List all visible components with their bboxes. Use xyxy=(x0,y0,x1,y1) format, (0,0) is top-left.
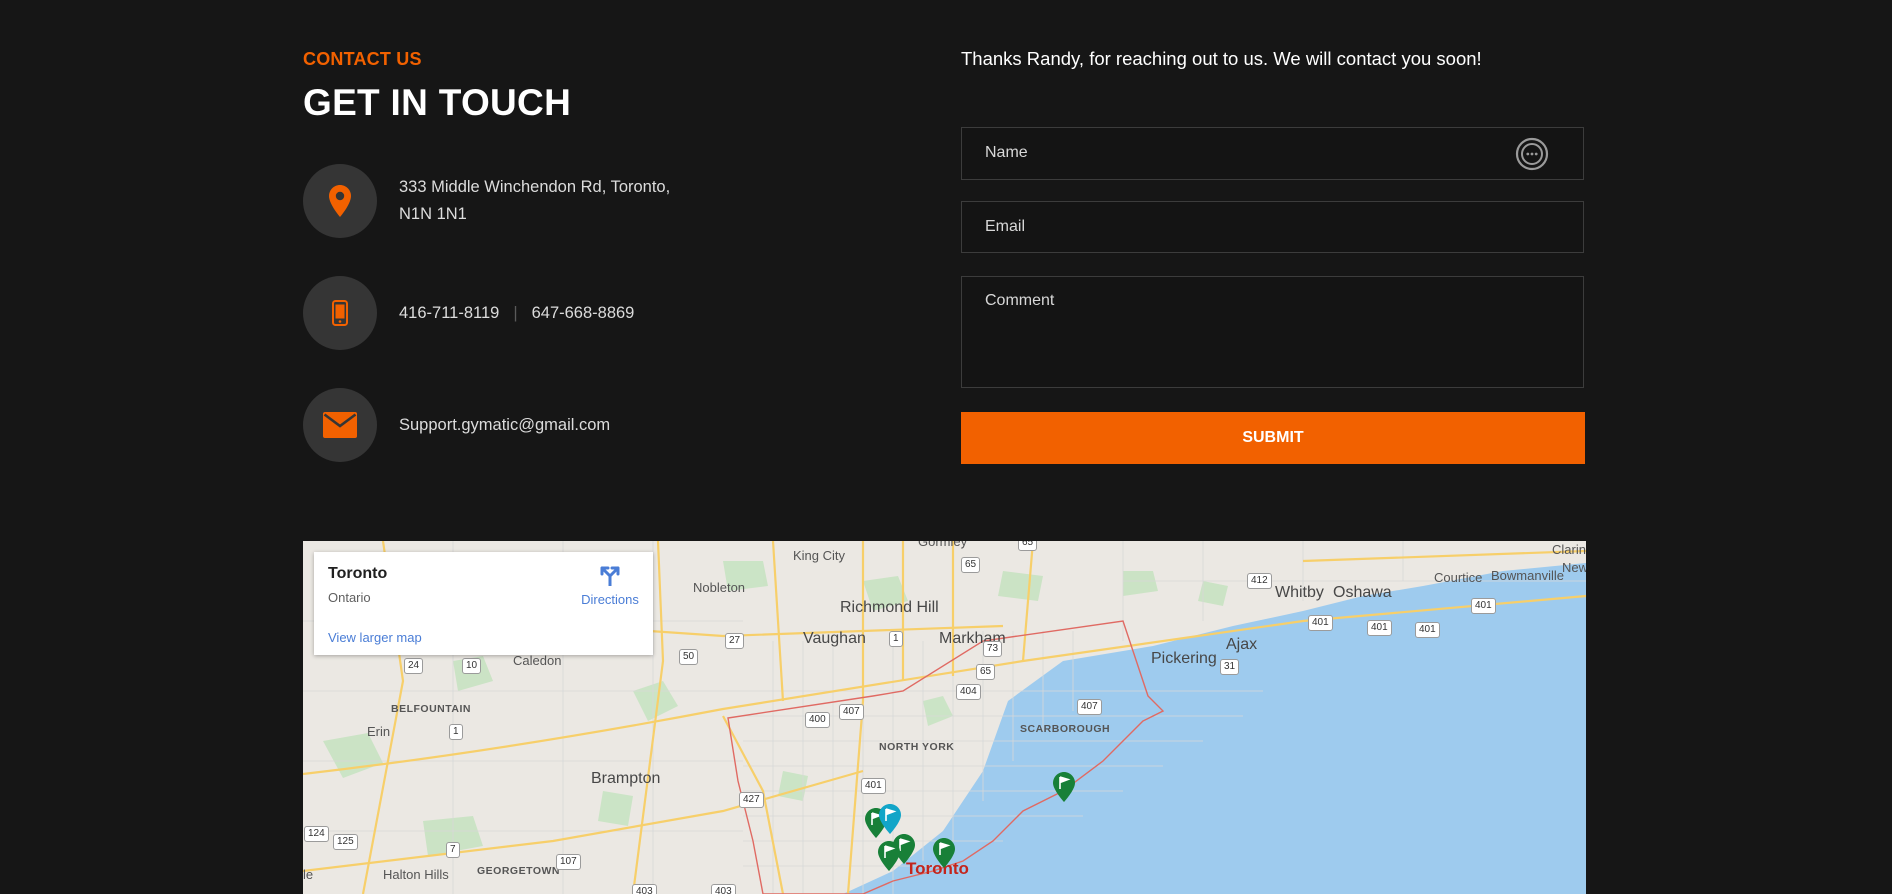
address-line-2: N1N 1N1 xyxy=(399,205,467,223)
highway-shield: 65 xyxy=(976,664,996,680)
highway-shield: 401 xyxy=(1367,620,1392,636)
map-place-title: Toronto xyxy=(328,565,388,582)
highway-shield: 407 xyxy=(839,704,864,720)
map-label-newcastle: New xyxy=(1562,560,1586,575)
highway-shield: 73 xyxy=(983,641,1003,657)
directions-icon xyxy=(600,566,620,588)
email-input[interactable]: Email xyxy=(961,201,1584,253)
highway-shield: 427 xyxy=(739,792,764,808)
highway-shield: 404 xyxy=(956,684,981,700)
highway-shield: 1 xyxy=(889,631,903,647)
highway-shield: 412 xyxy=(1247,573,1272,589)
highway-shield: 7 xyxy=(446,842,460,858)
highway-shield: 401 xyxy=(1415,622,1440,638)
email-placeholder: Email xyxy=(985,218,1026,235)
highway-shield: 403 xyxy=(711,884,736,894)
map-label-king-city: King City xyxy=(793,548,846,563)
mobile-phone-icon xyxy=(303,276,377,350)
map-label-belfountain: BELFOUNTAIN xyxy=(391,703,471,715)
directions-button[interactable]: Directions xyxy=(570,564,650,607)
highway-shield: 10 xyxy=(462,658,482,674)
section-eyebrow: CONTACT US xyxy=(303,49,422,69)
highway-shield: 107 xyxy=(556,854,581,870)
envelope-icon xyxy=(303,388,377,462)
directions-label: Directions xyxy=(581,592,639,607)
autofill-chat-icon[interactable] xyxy=(1515,137,1549,171)
map-label-georgetown: GEORGETOWN xyxy=(477,865,560,877)
comment-placeholder: Comment xyxy=(985,292,1055,309)
map-label-scarborough: SCARBOROUGH xyxy=(1020,723,1111,735)
view-larger-map-link[interactable]: View larger map xyxy=(328,630,422,645)
map-label-north-york: NORTH YORK xyxy=(879,741,955,753)
phone-separator: | xyxy=(513,303,518,322)
name-input[interactable]: Name xyxy=(961,127,1584,180)
highway-shield: 65 xyxy=(1018,541,1038,551)
map-flag-pin-icon[interactable] xyxy=(878,841,900,871)
embedded-map[interactable]: King City Gormley Nobleton Richmond Hill… xyxy=(303,541,1586,894)
map-label-oshawa: Oshawa xyxy=(1333,584,1392,601)
map-place-subtitle: Ontario xyxy=(328,590,371,605)
phone-2[interactable]: 647-668-8869 xyxy=(532,304,635,322)
highway-shield: 401 xyxy=(1308,615,1333,631)
highway-shield: 401 xyxy=(1471,598,1496,614)
map-label-whitby: Whitby xyxy=(1275,584,1324,601)
address-line-1: 333 Middle Winchendon Rd, Toronto, xyxy=(399,178,671,196)
map-label-edge: le xyxy=(303,867,314,882)
highway-shield: 24 xyxy=(404,658,424,674)
map-highlight-pin-icon[interactable] xyxy=(879,804,901,834)
map-label-nobleton: Nobleton xyxy=(693,580,746,595)
phone-row: 416-711-8119 | 647-668-8869 xyxy=(303,276,634,350)
email-address[interactable]: Support.gymatic@gmail.com xyxy=(399,412,610,439)
map-label-brampton: Brampton xyxy=(591,770,661,787)
map-place-card: Toronto Ontario View larger map Directio… xyxy=(314,552,653,655)
map-label-clarington: Clarin xyxy=(1552,542,1586,557)
highway-shield: 31 xyxy=(1220,659,1240,675)
phone-1[interactable]: 416-711-8119 xyxy=(399,304,499,322)
map-label-halton-hills: Halton Hills xyxy=(383,867,449,882)
map-label-caledon: Caledon xyxy=(513,653,562,668)
highway-shield: 403 xyxy=(632,884,657,894)
map-label-gormley: Gormley xyxy=(918,541,968,549)
highway-shield: 400 xyxy=(805,712,830,728)
location-pin-icon xyxy=(303,164,377,238)
map-label-erin: Erin xyxy=(367,724,391,739)
highway-shield: 407 xyxy=(1077,699,1102,715)
address-text: 333 Middle Winchendon Rd, Toronto, N1N 1… xyxy=(399,174,670,228)
phone-numbers: 416-711-8119 | 647-668-8869 xyxy=(399,300,634,327)
comment-textarea[interactable]: Comment xyxy=(961,276,1584,388)
highway-shield: 124 xyxy=(304,826,329,842)
thanks-message: Thanks Randy, for reaching out to us. We… xyxy=(961,48,1482,69)
highway-shield: 1 xyxy=(449,724,463,740)
map-label-vaughan: Vaughan xyxy=(803,630,866,647)
email-row: Support.gymatic@gmail.com xyxy=(303,388,610,462)
map-flag-pin-icon[interactable] xyxy=(1053,772,1075,802)
section-title: GET IN TOUCH xyxy=(303,82,572,123)
address-row: 333 Middle Winchendon Rd, Toronto, N1N 1… xyxy=(303,164,670,238)
highway-shield: 401 xyxy=(861,778,886,794)
submit-button[interactable]: SUBMIT xyxy=(961,412,1585,464)
map-label-courtice: Courtice xyxy=(1434,570,1483,585)
name-placeholder: Name xyxy=(985,144,1028,161)
map-label-ajax: Ajax xyxy=(1226,636,1258,653)
map-label-richmond-hill: Richmond Hill xyxy=(840,599,939,616)
highway-shield: 50 xyxy=(679,649,699,665)
highway-shield: 27 xyxy=(725,633,745,649)
highway-shield: 65 xyxy=(961,557,981,573)
map-label-pickering: Pickering xyxy=(1151,650,1217,667)
map-label-bowmanville: Bowmanville xyxy=(1491,568,1564,583)
map-flag-pin-icon[interactable] xyxy=(933,838,955,868)
highway-shield: 125 xyxy=(333,834,358,850)
